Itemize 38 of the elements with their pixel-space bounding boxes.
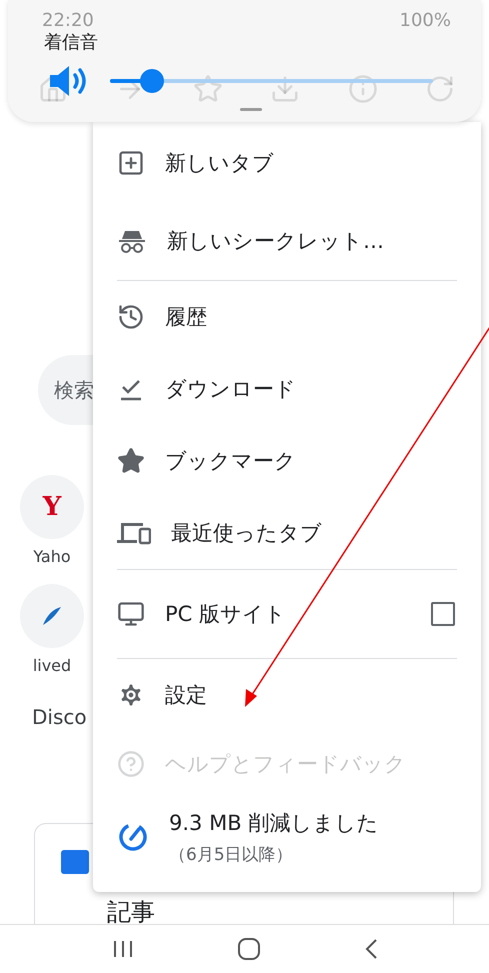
new-tab-icon [117,149,145,177]
help-icon [117,750,145,778]
info-icon [348,74,378,104]
devices-icon [117,520,151,546]
recent-apps-icon [112,939,134,959]
home-icon [236,937,260,961]
menu-item[interactable]: ダウンロード [93,353,481,425]
slider-thumb[interactable] [140,69,164,93]
feather-icon [41,605,63,627]
data-saver-period: （6月5日以降） [169,844,294,866]
card-title: 記事 [107,897,156,924]
menu-item[interactable]: ブックマーク [93,425,481,497]
status-time: 22:20 [42,10,94,31]
history-icon [117,303,145,331]
refresh-icon [424,74,455,104]
menu-item[interactable]: 新しいシークレット… [93,202,481,280]
menu-item[interactable]: 履歴 [93,281,481,353]
battery-level: 100% [400,10,451,31]
section-title: Disco [32,705,88,729]
star-icon [192,74,223,104]
shortcut-label: Yaho [33,547,71,566]
article-icon [61,850,89,874]
data-saver-item[interactable]: 9.3 MB 削減しました （6月5日以降） [93,797,481,877]
volume-label: 着信音 [44,31,98,54]
shortcut-tile[interactable]: Y [20,475,84,539]
menu-item[interactable]: 最近使ったタブ [93,497,481,569]
download-icon [270,74,300,104]
volume-slider[interactable] [110,69,433,93]
shortcut-label: lived [32,656,72,675]
menu-item[interactable]: 新しいタブ [93,124,481,202]
back-icon [364,938,378,960]
speaker-icon[interactable] [48,64,88,98]
monitor-icon [117,600,145,628]
checkbox[interactable] [431,602,455,626]
star-icon [117,447,145,475]
panel-handle[interactable] [240,108,262,111]
menu-item[interactable]: PC 版サイト [93,570,481,658]
menu-item[interactable]: 設定 [93,659,481,731]
